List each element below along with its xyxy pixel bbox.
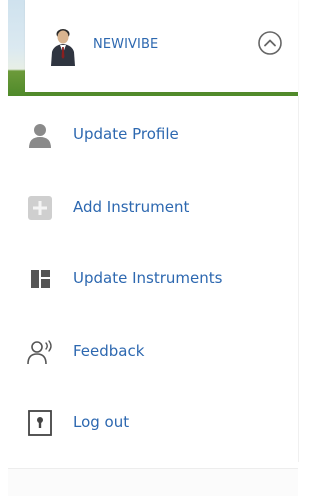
menu-item-label: Add Instrument <box>73 198 190 216</box>
logout-door-icon <box>28 410 52 436</box>
menu-item-label: Update Profile <box>73 125 179 143</box>
menu-item-label: Update Instruments <box>73 269 223 287</box>
menu-item-add-instrument[interactable]: Add Instrument <box>8 187 298 227</box>
menu-item-update-profile[interactable]: Update Profile <box>8 114 298 154</box>
menu-item-update-instruments[interactable]: Update Instruments <box>8 258 298 298</box>
feedback-voice-icon <box>27 340 52 365</box>
username-label: NEWIVIBE <box>93 37 159 52</box>
menu-item-label: Log out <box>73 413 130 431</box>
user-header: NEWIVIBE <box>25 0 298 92</box>
add-box-icon <box>28 196 52 220</box>
menu-item-label: Feedback <box>73 342 145 360</box>
menu-item-feedback[interactable]: Feedback <box>8 331 298 371</box>
profile-menu-list: Update Profile Add Instrument Update Ins… <box>8 96 299 462</box>
menu-item-log-out[interactable]: Log out <box>8 402 298 442</box>
dashboard-icon <box>31 270 50 288</box>
person-icon <box>29 124 51 148</box>
chevron-up-circle-icon[interactable] <box>257 30 283 56</box>
footer-divider <box>8 468 298 496</box>
user-avatar-icon <box>51 29 75 66</box>
profile-menu-screen: NEWIVIBE Update Profile Add Instrument U… <box>0 0 303 496</box>
